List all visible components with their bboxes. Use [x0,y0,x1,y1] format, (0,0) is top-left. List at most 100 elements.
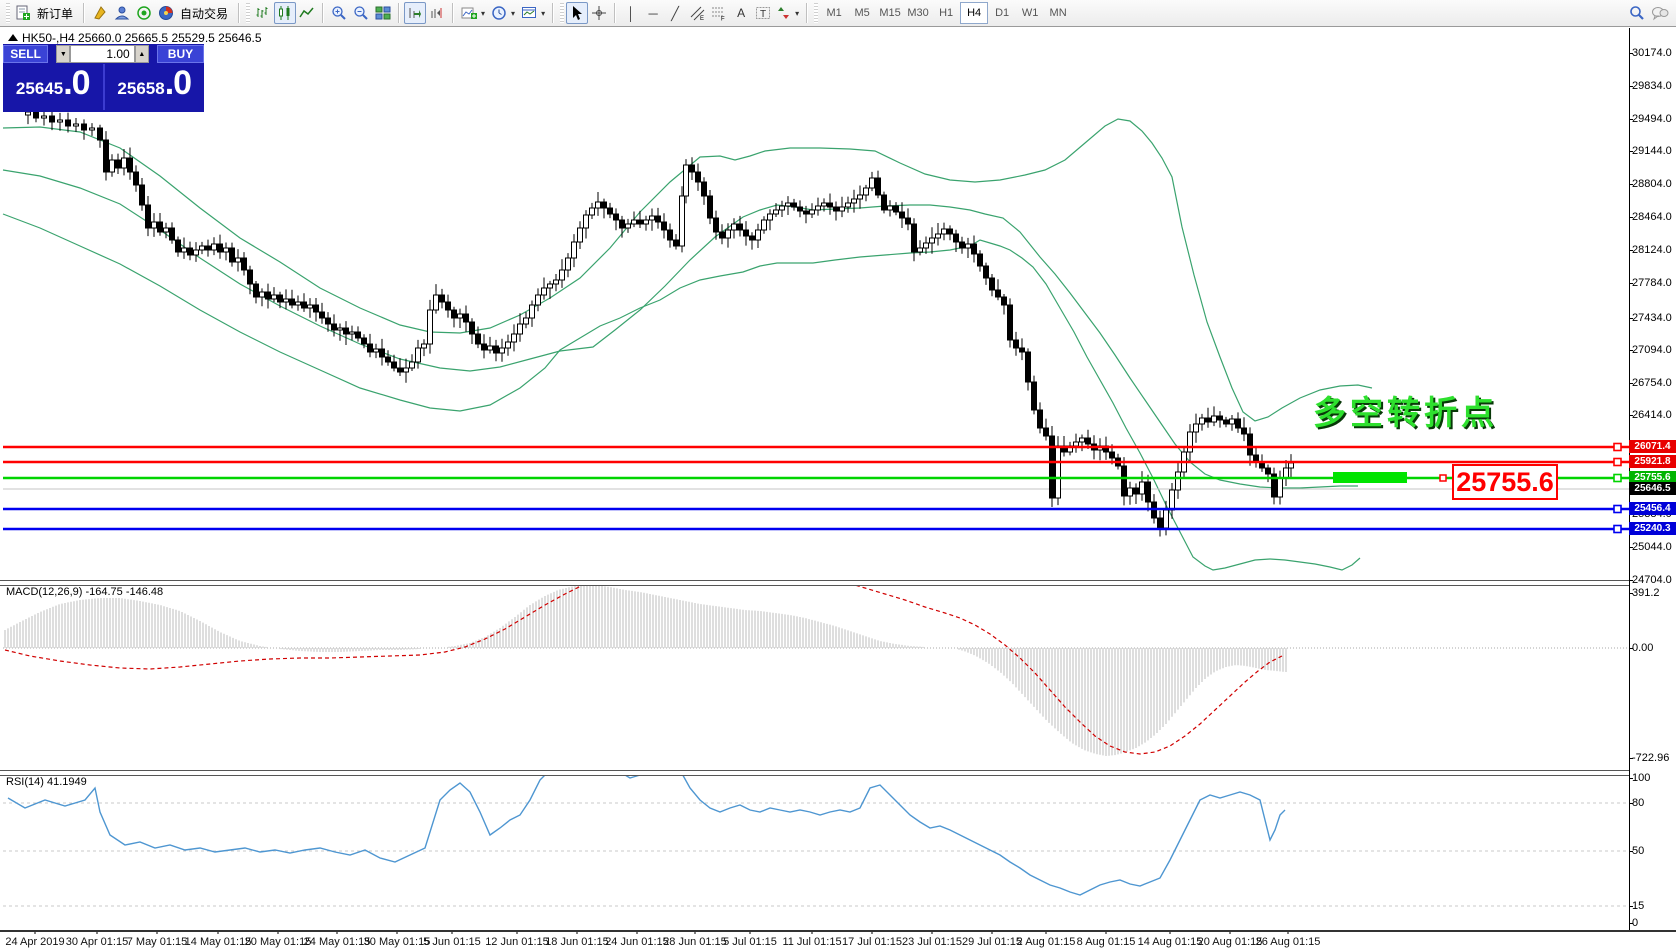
toolbar-grip[interactable] [814,3,819,23]
zoom-in-button[interactable] [328,2,350,24]
main-chart-plot [2,102,1629,571]
price-axis-label: 27784.0 [1632,277,1672,289]
market-watch-button[interactable] [89,2,111,24]
crosshair-button[interactable] [588,2,610,24]
trendline-icon: ╱ [671,5,679,21]
time-axis-label: 17 Jul 01:15 [842,936,902,948]
volume-decrement-button[interactable]: ▼ [56,45,71,63]
time-axis-label: 24 Jun 01:15 [605,936,669,948]
timeframe-button-M1[interactable]: M1 [820,2,848,24]
ask-price-frac: .0 [164,64,192,102]
price-line-label: 25646.5 [1629,482,1676,495]
indicators-icon [461,7,478,19]
indicators-button[interactable]: ▾ [458,2,488,24]
time-axis-label: 20 Aug 01:15 [1197,936,1263,948]
toolbar-grip[interactable] [560,3,565,23]
search-button[interactable] [1626,2,1648,24]
rsi-panel-separator[interactable] [0,770,1629,776]
bid-price: 25645 .0 [3,64,103,110]
signals-button[interactable] [133,2,155,24]
text-button[interactable]: A [730,2,752,24]
market-watch-icon [94,6,106,20]
arrows-icon [778,7,790,19]
timeframe-toolbar: M1 M5 M15 M30 H1 H4 D1 W1 MN [820,1,1072,25]
candlestick-chart-button[interactable] [274,2,297,24]
toolbar-separator [614,3,617,23]
tile-windows-button[interactable] [372,2,394,24]
chart-annotation-text[interactable]: 多空转折点 [1313,386,1498,434]
line-chart-icon [299,7,314,18]
mt4-terminal: { "toolbar": { "new_order": "新订单", "auto… [0,0,1676,951]
bar-chart-button[interactable] [252,2,274,24]
time-axis-label: 29 Jul 01:15 [962,936,1022,948]
price-axis-label: 29834.0 [1632,80,1672,92]
time-axis-label: 5 Jul 01:15 [723,936,777,948]
channel-button[interactable]: E [686,2,708,24]
timeframe-button-H1[interactable]: H1 [932,2,960,24]
time-axis-label: 7 May 01:15 [126,936,188,948]
auto-scroll-icon [409,8,422,18]
price-line-label: 26071.4 [1629,440,1676,453]
chart-canvas[interactable] [0,0,1676,951]
tile-windows-icon [375,6,391,20]
price-axis-label: 30174.0 [1632,47,1672,59]
line-chart-button[interactable] [296,2,318,24]
dropdown-caret-icon: ▾ [795,8,800,18]
price-axis-label: 28124.0 [1632,244,1672,256]
profiles-button[interactable] [111,2,133,24]
toolbar-separator [806,3,809,23]
chart-shift-button[interactable] [426,2,448,24]
time-axis-label: 24 Apr 2019 [5,936,65,948]
ask-price-main: 25658 [117,79,165,98]
vertical-line-button[interactable]: │ [620,2,642,24]
new-order-button[interactable]: 新订单 [12,2,79,24]
price-axis-label: 27094.0 [1632,344,1672,356]
zoom-out-button[interactable] [350,2,372,24]
text-label-button[interactable]: T [752,2,774,24]
timeframe-button-D1[interactable]: D1 [988,2,1016,24]
time-axis-label: 23 Jul 01:15 [902,936,962,948]
timeframe-button-H4[interactable]: H4 [960,2,989,24]
toolbar-grip[interactable] [246,3,251,23]
price-line-label: 25456.4 [1629,502,1676,515]
time-axis-label: 12 Jun 01:15 [485,936,549,948]
text-icon: A [737,6,746,20]
fibonacci-icon: F [712,7,725,21]
price-callout-box[interactable]: 25755.6 [1452,464,1558,500]
timeframe-button-W1[interactable]: W1 [1016,2,1044,24]
timeframe-button-M30[interactable]: M30 [904,2,932,24]
macd-axis-label: -722.96 [1632,752,1670,764]
fibonacci-button[interactable]: F [708,2,730,24]
buy-button[interactable]: BUY [156,45,204,63]
time-axis-label: 26 Aug 01:15 [1255,936,1321,948]
volume-input[interactable]: 1.00 [70,45,135,63]
chat-icon [1652,7,1669,21]
auto-scroll-button[interactable] [404,2,427,24]
toolbar-separator [398,3,401,23]
time-axis-label: 14 May 01:15 [184,936,252,948]
templates-button[interactable]: ▾ [518,2,548,24]
toolbar-separator [322,3,325,23]
price-line-label: 25921.8 [1629,455,1676,468]
sell-button[interactable]: SELL [3,45,49,63]
periods-button[interactable]: ▾ [488,2,518,24]
timeframe-button-M15[interactable]: M15 [876,2,904,24]
timeframe-button-MN[interactable]: MN [1044,2,1072,24]
chat-button[interactable] [1648,2,1672,24]
volume-increment-button[interactable]: ▲ [134,45,149,63]
autotrading-button[interactable]: 自动交易 [155,2,234,24]
time-axis-label: 30 May 01:15 [363,936,431,948]
macd-panel-separator[interactable] [0,580,1629,586]
horizontal-line-button[interactable]: ─ [642,2,664,24]
one-click-trade-panel: SELL ▼ 1.00 ▲ BUY 25645 .0 25658 .0 [3,44,204,112]
chart-title: HK50-,H4 25660.0 25665.5 25529.5 25646.5 [22,31,262,45]
timeframe-button-M5[interactable]: M5 [848,2,876,24]
toolbar-grip[interactable] [6,3,10,23]
cursor-button[interactable] [566,2,589,24]
time-axis-label: 30 Apr 01:15 [65,936,129,948]
toolbar-separator [238,3,241,23]
arrows-button[interactable]: ▾ [774,2,802,24]
chart-collapse-icon[interactable] [8,34,18,41]
trendline-button[interactable]: ╱ [664,2,686,24]
autotrading-icon [159,6,174,20]
